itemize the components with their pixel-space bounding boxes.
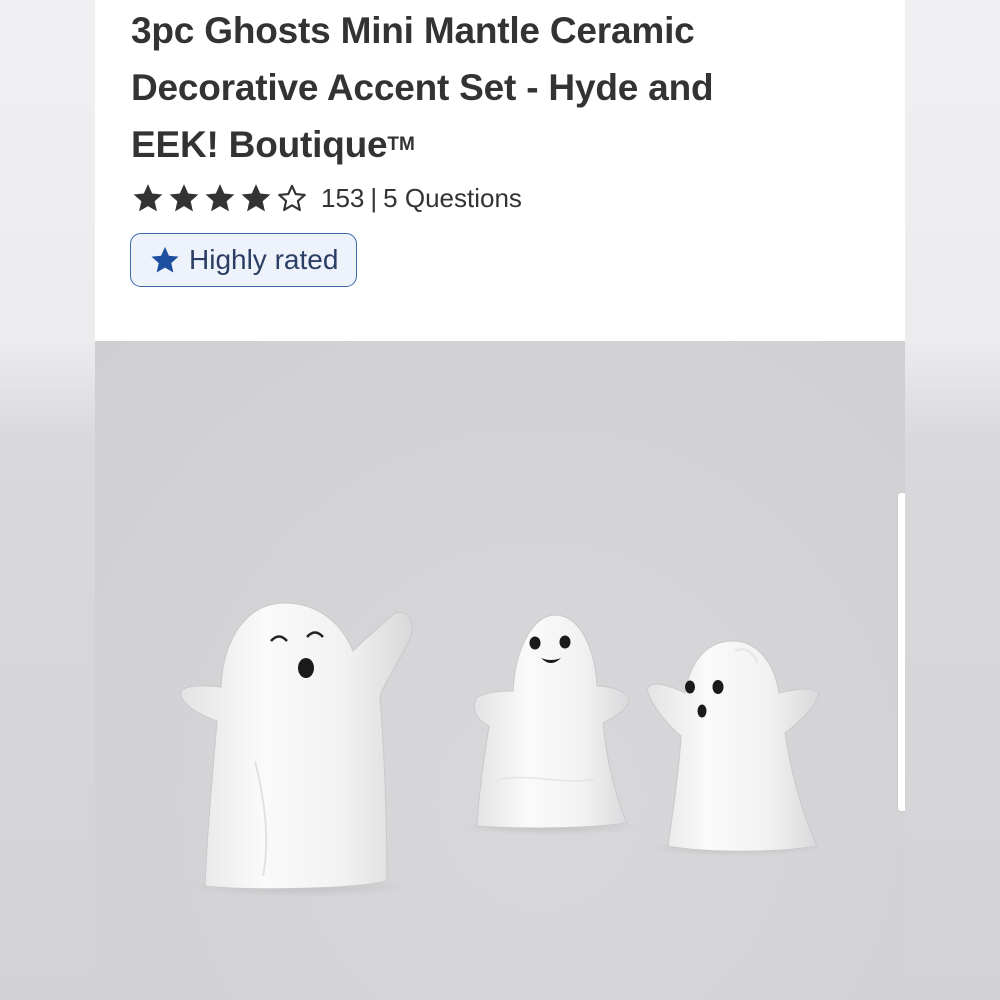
badge-label: Highly rated bbox=[189, 244, 339, 275]
product-image[interactable] bbox=[95, 341, 905, 1000]
star-filled-icon bbox=[241, 184, 271, 212]
star-filled-icon bbox=[205, 184, 235, 212]
product-info-card: 3pc Ghosts Mini Mantle Ceramic Decorativ… bbox=[95, 0, 905, 341]
ghost-figurines-image bbox=[180, 602, 825, 897]
trademark-symbol: TM bbox=[387, 134, 415, 155]
left-backdrop bbox=[0, 0, 95, 1000]
star-filled-icon bbox=[169, 184, 199, 212]
rating-row[interactable]: 153 | 5 Questions bbox=[131, 178, 522, 218]
highly-rated-badge: Highly rated bbox=[130, 233, 358, 287]
product-title-line-1: 3pc Ghosts Mini Mantle Ceramic bbox=[131, 10, 695, 51]
questions-link[interactable]: 5 Questions bbox=[383, 183, 522, 214]
ghost-middle bbox=[473, 614, 630, 829]
star-rating[interactable] bbox=[131, 181, 309, 215]
star-empty-icon bbox=[278, 184, 306, 212]
right-backdrop bbox=[905, 0, 1000, 1000]
star-filled-icon bbox=[133, 184, 163, 212]
review-count: 153 bbox=[321, 182, 365, 213]
product-title-line-2: Decorative Accent Set - Hyde and bbox=[131, 67, 714, 108]
product-title: 3pc Ghosts Mini Mantle Ceramic Decorativ… bbox=[131, 2, 851, 173]
scroll-handle[interactable] bbox=[897, 492, 905, 812]
ghost-right bbox=[646, 640, 820, 852]
ghost-large bbox=[180, 602, 413, 890]
rating-separator: | bbox=[370, 182, 378, 213]
review-count-link[interactable]: 153 | bbox=[321, 183, 383, 214]
product-title-line-3: EEK! Boutique bbox=[131, 124, 388, 165]
star-icon bbox=[151, 246, 179, 273]
